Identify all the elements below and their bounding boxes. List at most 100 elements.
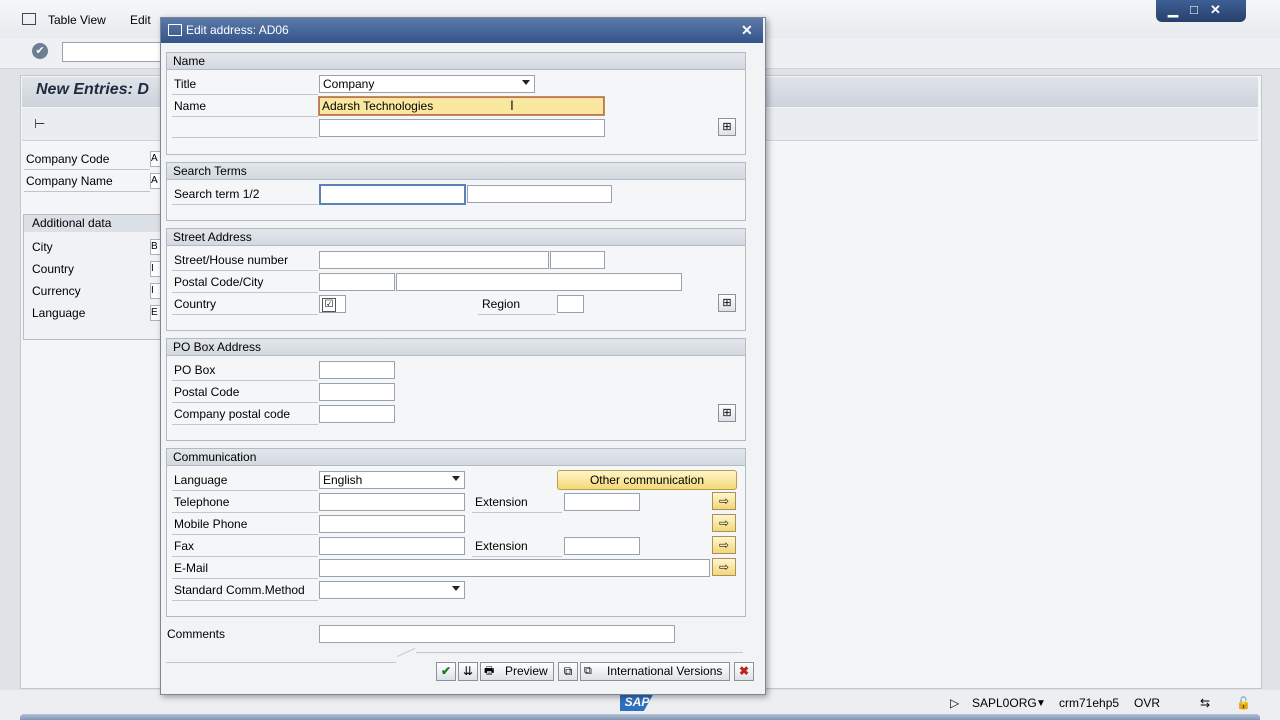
company-name-label: Company Name xyxy=(26,174,113,188)
status-expand-icon[interactable]: ▷ xyxy=(950,696,959,710)
versions-icon: ⧉ xyxy=(584,665,592,677)
language-dropdown[interactable]: English xyxy=(319,471,465,489)
po-box-field[interactable] xyxy=(319,361,395,379)
fax-more-arrow-icon[interactable]: ⇨ xyxy=(712,536,736,554)
chevron-down-icon xyxy=(522,80,530,85)
street-field[interactable] xyxy=(319,251,549,269)
fax-label: Fax xyxy=(174,539,195,553)
international-versions-button[interactable]: ⧉ International Versions xyxy=(580,662,730,681)
divider xyxy=(172,512,318,513)
telephone-field[interactable] xyxy=(319,493,465,511)
divider xyxy=(172,292,318,293)
status-mode: OVR xyxy=(1134,696,1161,710)
email-field[interactable] xyxy=(319,559,710,577)
status-settings-icon[interactable]: ⇆ xyxy=(1200,696,1210,710)
street-address-header: Street Address xyxy=(167,229,745,246)
telephone-extension-field[interactable] xyxy=(564,493,640,511)
command-field[interactable] xyxy=(62,42,174,62)
close-window-icon[interactable]: ✕ xyxy=(1210,2,1221,18)
name2-field[interactable] xyxy=(319,119,605,137)
dialog-title: Edit address: AD06 xyxy=(186,23,289,37)
postal-code-field[interactable] xyxy=(319,273,395,291)
city-field[interactable] xyxy=(396,273,682,291)
lock-icon[interactable]: 🔓 xyxy=(1236,696,1251,710)
divider xyxy=(172,137,318,138)
dialog-edit-icon xyxy=(168,24,182,36)
menu-table-view[interactable]: Table View xyxy=(48,13,106,27)
language-label: Language xyxy=(32,306,86,320)
comments-field[interactable] xyxy=(319,625,675,643)
comm-language-label: Language xyxy=(174,473,228,487)
divider xyxy=(472,556,562,557)
ok-check-icon[interactable]: ✔ xyxy=(436,662,456,681)
country-field[interactable]: ☑ xyxy=(319,295,346,313)
fax-extension-label: Extension xyxy=(475,539,528,553)
title-value: Company xyxy=(323,77,375,91)
po-box-header: PO Box Address xyxy=(167,339,745,356)
divider xyxy=(478,314,556,315)
comments-label: Comments xyxy=(167,627,226,641)
telephone-more-arrow-icon[interactable]: ⇨ xyxy=(712,492,736,510)
region-label: Region xyxy=(482,297,521,311)
std-comm-method-label: Standard Comm.Method xyxy=(174,583,305,597)
mobile-more-arrow-icon[interactable]: ⇨ xyxy=(712,514,736,532)
split-view-icon[interactable]: ⧉ xyxy=(558,662,578,681)
divider xyxy=(172,578,318,579)
preview-label: Preview xyxy=(505,664,548,678)
street-label: Street/House number xyxy=(174,253,289,267)
divider xyxy=(172,402,318,403)
std-comm-method-dropdown[interactable] xyxy=(319,581,465,599)
other-communication-button[interactable]: Other communication xyxy=(557,470,737,490)
international-versions-label: International Versions xyxy=(607,664,723,678)
search-term-1-field[interactable] xyxy=(319,184,466,205)
hierarchy-icon[interactable]: ⊢ xyxy=(34,116,45,132)
company-postal-code-field[interactable] xyxy=(319,405,395,423)
divider xyxy=(172,204,318,205)
minimize-icon[interactable]: ▁ xyxy=(1168,2,1178,18)
street-country-label: Country xyxy=(174,297,217,311)
divider xyxy=(172,94,318,95)
divider xyxy=(166,662,396,663)
search-term-2-field[interactable] xyxy=(467,185,612,203)
fax-extension-field[interactable] xyxy=(564,537,640,555)
divider xyxy=(172,116,318,117)
menu-edit[interactable]: Edit xyxy=(130,13,151,27)
fax-field[interactable] xyxy=(319,537,465,555)
preview-button[interactable]: 🖶 Preview xyxy=(480,662,554,681)
divider xyxy=(172,314,318,315)
telephone-extension-label: Extension xyxy=(475,495,528,509)
company-postal-code-label: Company postal code xyxy=(174,407,291,421)
mobile-phone-field[interactable] xyxy=(319,515,465,533)
divider xyxy=(24,169,150,170)
name-field[interactable]: Adarsh Technologies xyxy=(318,96,605,116)
communication-header: Communication xyxy=(167,449,745,466)
title-dropdown[interactable]: Company xyxy=(319,75,535,93)
cancel-x-icon[interactable]: ✖ xyxy=(734,662,754,681)
region-field[interactable] xyxy=(557,295,584,313)
enter-check-icon[interactable]: ✔ xyxy=(32,43,48,59)
po-postal-code-field[interactable] xyxy=(319,383,395,401)
status-server: crm71ehp5 xyxy=(1059,696,1120,710)
house-number-field[interactable] xyxy=(550,251,605,269)
telephone-label: Telephone xyxy=(174,495,230,509)
divider xyxy=(24,191,150,192)
additional-data-box xyxy=(23,214,165,340)
name-expand-icon[interactable]: ⊞ xyxy=(718,118,736,136)
name-group-header: Name xyxy=(167,53,745,70)
email-more-arrow-icon[interactable]: ⇨ xyxy=(712,558,736,576)
street-expand-icon[interactable]: ⊞ xyxy=(718,294,736,312)
divider xyxy=(172,424,318,425)
divider xyxy=(172,270,318,271)
email-label: E-Mail xyxy=(174,561,209,575)
chevron-down-icon xyxy=(452,586,460,591)
name-label: Name xyxy=(174,99,207,113)
chevron-down-icon xyxy=(452,476,460,481)
maximize-icon[interactable]: □ xyxy=(1190,2,1198,17)
copy-down-icon[interactable]: ⇊ xyxy=(458,662,478,681)
po-box-label: PO Box xyxy=(174,363,216,377)
status-dropdown-icon[interactable]: ▼ xyxy=(1036,698,1046,709)
menu-icon[interactable] xyxy=(22,13,36,25)
text-cursor-icon: I xyxy=(510,97,514,113)
dialog-close-icon[interactable]: ✕ xyxy=(741,22,753,39)
pobox-expand-icon[interactable]: ⊞ xyxy=(718,404,736,422)
